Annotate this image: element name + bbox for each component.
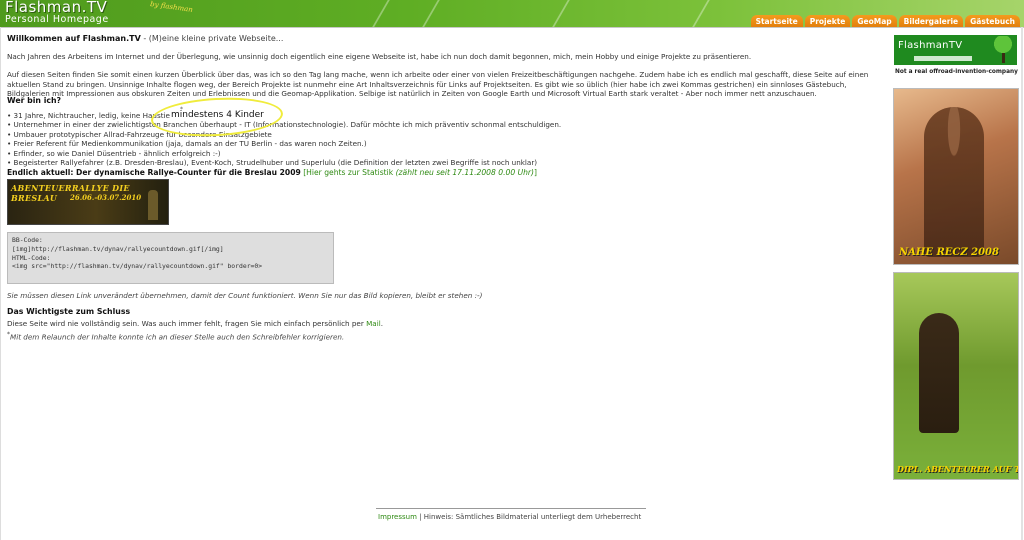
tree-trunk (1002, 53, 1005, 63)
list-item: • 31 Jahre, Nichtraucher, ledig, keine H… (7, 111, 178, 120)
impressum-link[interactable]: Impressum (378, 513, 417, 521)
list-item: • Erfinder, so wie Daniel Düsentrieb - ä… (7, 148, 221, 158)
list-item: • Freier Referent für Medienkommunikatio… (7, 139, 367, 149)
closing-body: Diese Seite wird nie vollständig sein. W… (7, 319, 367, 328)
welcome-title: Willkommen auf Flashman.TV (7, 34, 141, 43)
footer-divider (376, 508, 646, 509)
footer: Impressum | Hinweis: Sämtliches Bildmate… (378, 513, 641, 521)
code-line: BB-Code: (12, 236, 43, 244)
code-line: <img src="http://flashman.tv/dynav/rally… (12, 262, 263, 271)
annotation-text: mindestens 4 Kinder (170, 110, 265, 120)
copyright-note: Hinweis: Sämtliches Bildmaterial unterli… (423, 513, 642, 521)
side-logo-text: FlashmanTV (898, 40, 963, 51)
nav-geomap[interactable]: GeoMap (852, 15, 897, 27)
statistik-note: (zählt neu seit 17.11.2008 0.00 Uhr) (395, 168, 535, 177)
code-line: [img]http://flashman.tv/dynav/rallyecoun… (12, 244, 224, 253)
welcome-heading: Willkommen auf Flashman.TV - (M)eine kle… (7, 34, 283, 43)
photo-caption: DIPL. ABENTEURER AUF TOUR (897, 464, 1018, 474)
nav-gaestebuch[interactable]: Gästebuch (965, 15, 1020, 27)
list-item: • Unternehmer in einer der zwielichtigst… (7, 120, 562, 130)
closing-heading: Das Wichtigste zum Schluss (7, 307, 131, 316)
side-tagline: Not a real offroad-invention-company (895, 69, 1018, 75)
link-note: Sie müssen diesen Link unverändert übern… (7, 291, 483, 300)
closing-end: . (380, 319, 383, 328)
logo-by: by flashman (149, 0, 194, 14)
footer-separator: | (416, 513, 424, 521)
counter-heading: Endlich aktuell: Der dynamische Rallye-C… (7, 168, 537, 177)
nav-projekte[interactable]: Projekte (804, 15, 851, 27)
site-header: Flashman.TV Personal Homepage by flashma… (0, 0, 1024, 27)
main-nav: Startseite Projekte GeoMap Bildergalerie… (750, 15, 1020, 27)
photo-abenteurer[interactable]: DIPL. ABENTEURER AUF TOUR (893, 272, 1019, 480)
header-streak (552, 0, 570, 27)
intro-paragraph: Nach Jahren des Arbeitens im Internet un… (7, 52, 752, 62)
nav-bildergalerie[interactable]: Bildergalerie (898, 15, 964, 27)
mail-link[interactable]: Mail (366, 319, 381, 328)
nav-startseite[interactable]: Startseite (750, 15, 803, 27)
logo-title[interactable]: Flashman.TV (5, 0, 107, 15)
statistik-link[interactable]: Hier gehts zur Statistik (306, 168, 393, 177)
counter-title: Endlich aktuell: Der dynamische Rallye-C… (7, 168, 301, 177)
side-logo-bar (914, 56, 972, 61)
photo-nahe-recz[interactable]: NAHE RECZ 2008 (893, 88, 1019, 265)
header-streak (692, 0, 710, 27)
who-heading: Wer bin ich? (7, 96, 62, 105)
logo-subtitle: Personal Homepage (5, 14, 109, 25)
list-item: • Begeisterter Rallyefahrer (z.B. Dresde… (7, 158, 538, 168)
person-figure (924, 107, 984, 257)
about-list: • 31 Jahre, Nichtraucher, ledig, keine H… (7, 111, 561, 167)
closing-text: Diese Seite wird nie vollständig sein. W… (7, 319, 383, 328)
list-item: • Umbauer prototypischer Allrad-Fahrzeug… (7, 129, 272, 139)
person-figure (919, 313, 959, 433)
right-border (1021, 27, 1023, 540)
code-line: HTML-Code: (12, 253, 51, 262)
header-streak (422, 0, 440, 27)
description-paragraph: Auf diesen Seiten finden Sie somit einen… (7, 70, 869, 99)
footnote: *Mit dem Relaunch der Inhalte konnte ich… (7, 331, 344, 341)
left-border (0, 27, 1, 540)
embed-code-box[interactable]: BB-Code: [img]http://flashman.tv/dynav/r… (7, 232, 334, 284)
side-logo[interactable]: FlashmanTV (894, 35, 1017, 65)
footnote-text: Mit dem Relaunch der Inhalte konnte ich … (10, 332, 345, 342)
photo-caption: NAHE RECZ 2008 (899, 247, 999, 258)
banner-figure (148, 190, 158, 220)
rallye-banner-image[interactable]: ABENTEUERRALLYE DIE BRESLAU 26.06.-03.07… (7, 179, 169, 225)
header-divider (0, 27, 1024, 28)
header-streak (372, 0, 390, 27)
statistik-link-wrap: [Hier gehts zur Statistik (zählt neu sei… (303, 168, 537, 177)
banner-date: 26.06.-03.07.2010 (70, 193, 142, 202)
welcome-subtitle: - (M)eine kleine private Webseite... (140, 34, 284, 43)
